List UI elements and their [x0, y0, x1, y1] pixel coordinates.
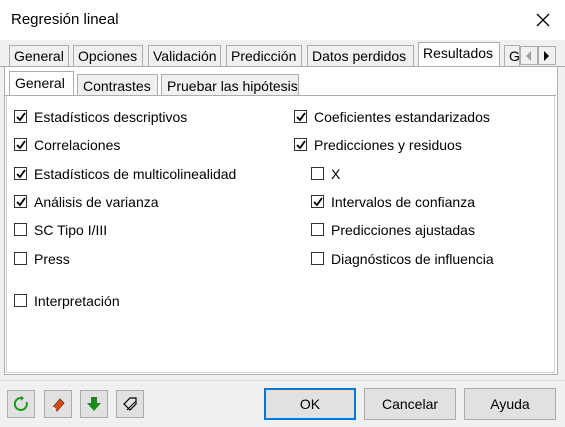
checkbox[interactable]: [294, 110, 307, 123]
close-icon[interactable]: [531, 8, 555, 32]
download-arrow-icon: [87, 397, 101, 411]
tab-scroll-left-button[interactable]: [520, 46, 538, 65]
subtab-contrastes[interactable]: Contrastes: [77, 74, 158, 96]
checkbox[interactable]: [14, 167, 27, 180]
option-label: Diagnósticos de influencia: [331, 251, 494, 267]
subtab-general[interactable]: General: [9, 71, 74, 96]
eraser-icon: [52, 398, 65, 412]
checkbox[interactable]: [311, 167, 324, 180]
download-button[interactable]: [80, 390, 108, 418]
checkbox[interactable]: [311, 195, 324, 208]
option-label: Intervalos de confianza: [331, 194, 475, 210]
option-label: Press: [34, 251, 70, 267]
tab-scroll-right-button[interactable]: [538, 46, 556, 65]
chevron-right-icon: [544, 51, 549, 61]
subtab-pruebar-hipotesis[interactable]: Pruebar las hipótesis: [161, 74, 299, 96]
option-label: Predicciones y residuos: [314, 137, 462, 153]
checkbox[interactable]: [14, 110, 27, 123]
option-label: SC Tipo I/III: [34, 222, 108, 238]
window-title: Regresión lineal: [11, 11, 119, 28]
option-label: Análisis de varianza: [34, 194, 159, 210]
ok-button[interactable]: OK: [264, 388, 356, 420]
tab-validacion[interactable]: Validación: [148, 45, 221, 66]
checkbox[interactable]: [14, 294, 27, 307]
check-icon: [296, 140, 306, 150]
check-icon: [296, 112, 306, 122]
tab-general[interactable]: General: [9, 45, 69, 66]
tab-g[interactable]: G: [504, 45, 520, 66]
option-label: Estadísticos descriptivos: [34, 109, 188, 125]
check-icon: [16, 140, 26, 150]
check-icon: [313, 197, 323, 207]
check-icon: [16, 197, 26, 207]
reset-button[interactable]: [7, 390, 35, 418]
option-label: X: [331, 166, 341, 182]
checkbox[interactable]: [14, 195, 27, 208]
tab-opciones[interactable]: Opciones: [73, 45, 143, 66]
title-bar: Regresión lineal: [0, 0, 565, 40]
chevron-left-icon: [526, 51, 531, 61]
checkbox[interactable]: [14, 223, 27, 236]
checkbox[interactable]: [294, 138, 307, 151]
tab-datos-perdidos[interactable]: Datos perdidos: [307, 45, 414, 66]
checkbox[interactable]: [311, 223, 324, 236]
checkbox[interactable]: [311, 252, 324, 265]
option-label: Interpretación: [34, 293, 120, 309]
checkbox[interactable]: [14, 138, 27, 151]
check-icon: [16, 112, 26, 122]
option-label: Correlaciones: [34, 137, 121, 153]
cancel-button[interactable]: Cancelar: [364, 388, 456, 420]
help-button[interactable]: Ayuda: [464, 388, 556, 420]
clear-tag-button[interactable]: [116, 390, 144, 418]
reset-icon: [13, 396, 28, 411]
eraser-button[interactable]: [44, 390, 72, 418]
option-label: Estadísticos de multicolinealidad: [34, 166, 237, 182]
checkbox[interactable]: [14, 252, 27, 265]
tab-resultados[interactable]: Resultados: [418, 42, 500, 66]
tab-prediccion[interactable]: Predicción: [226, 45, 302, 66]
footer-divider: [0, 380, 565, 381]
option-label: Coeficientes estandarizados: [314, 109, 490, 125]
check-icon: [16, 169, 26, 179]
option-label: Predicciones ajustadas: [331, 222, 475, 238]
clear-tag-icon: [123, 397, 137, 411]
